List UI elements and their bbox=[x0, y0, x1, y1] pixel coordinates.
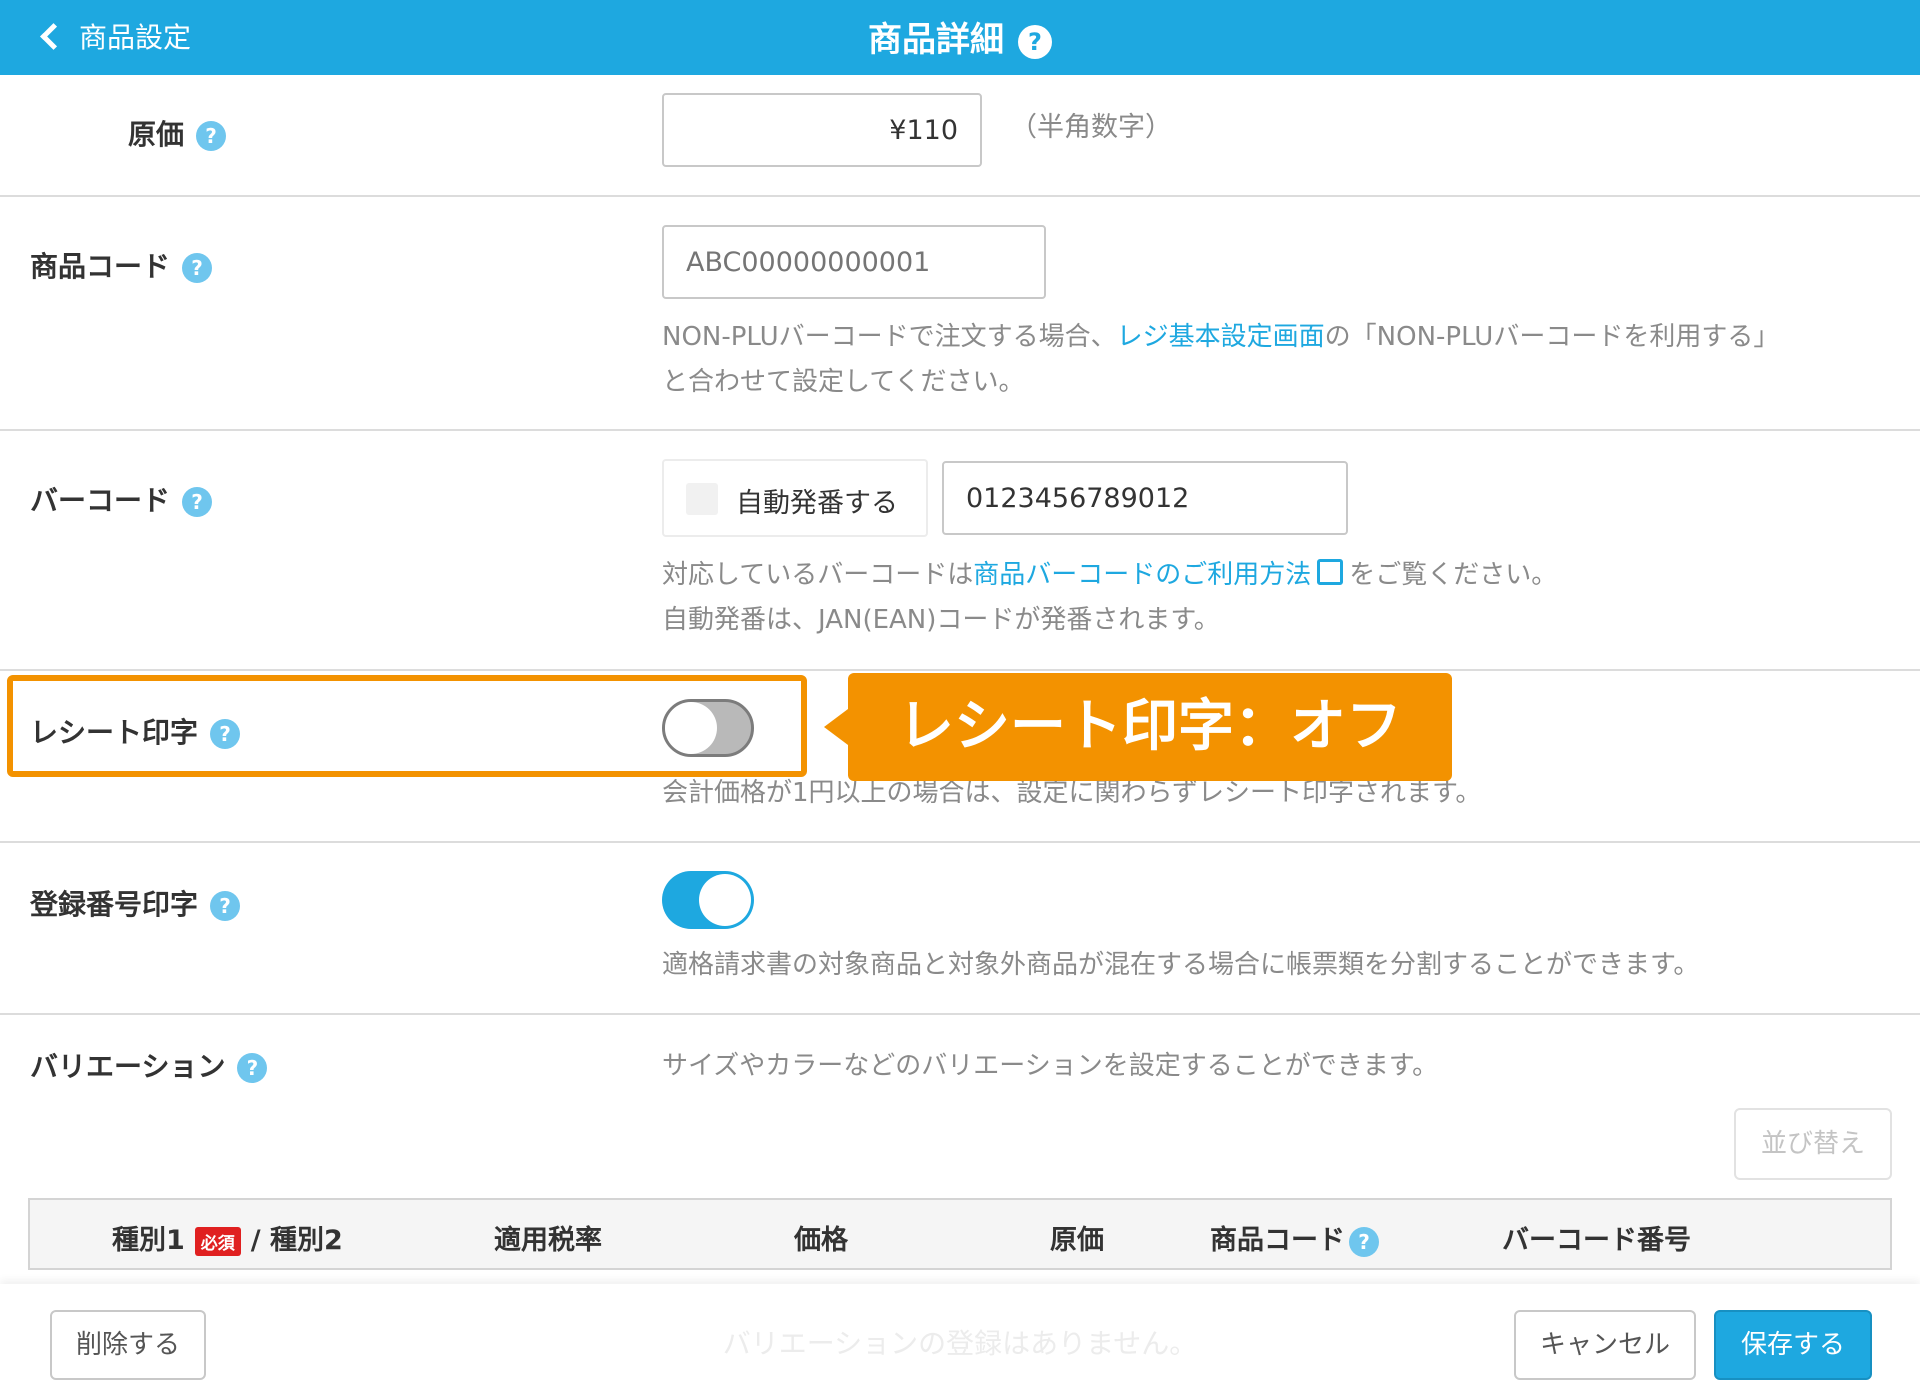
barcode-usage-link[interactable]: 商品バーコードのご利用方法 bbox=[973, 560, 1311, 590]
column-type1: 種別1 bbox=[112, 1225, 185, 1256]
barcode-row: バーコード? 自動発番する 対応しているバーコードは商品バーコードのご利用方法 を… bbox=[0, 431, 1920, 671]
registration-print-note: 適格請求書の対象商品と対象外商品が混在する場合に帳票類を分割することができます。 bbox=[662, 950, 1700, 980]
sort-button[interactable]: 並び替え bbox=[1734, 1108, 1892, 1180]
registration-print-toggle[interactable] bbox=[662, 871, 754, 929]
cost-hint: （半角数字） bbox=[1010, 112, 1172, 143]
product-code-row: 商品コード? NON-PLUバーコードで注文する場合、レジ基本設定画面の「NON… bbox=[0, 197, 1920, 431]
cost-input[interactable] bbox=[662, 93, 982, 167]
barcode-note: 対応しているバーコードは商品バーコードのご利用方法 をご覧ください。 自動発番は、… bbox=[662, 553, 1557, 643]
registration-print-label: 登録番号印字? bbox=[30, 883, 241, 923]
column-code-text: 商品コード bbox=[1210, 1225, 1345, 1256]
note-text: NON-PLUバーコードで注文する場合、 bbox=[662, 322, 1117, 352]
variation-table-header: 種別1 必須 / 種別2 適用税率 価格 原価 商品コード? バーコード番号 bbox=[28, 1198, 1892, 1270]
cost-row: 原価? （半角数字） bbox=[0, 75, 1920, 197]
product-code-label-text: 商品コード bbox=[30, 250, 171, 283]
variation-label-text: バリエーション bbox=[30, 1050, 226, 1083]
column-type: 種別1 必須 / 種別2 bbox=[112, 1218, 343, 1257]
cancel-button[interactable]: キャンセル bbox=[1514, 1310, 1696, 1380]
toggle-knob bbox=[699, 874, 751, 926]
note-text: の「NON-PLUバーコードを利用する」 bbox=[1324, 322, 1780, 352]
note-text: 対応しているバーコードは bbox=[662, 560, 974, 590]
help-icon[interactable]: ? bbox=[210, 891, 241, 921]
registration-print-row: 登録番号印字? 適格請求書の対象商品と対象外商品が混在する場合に帳票類を分割する… bbox=[0, 843, 1920, 1015]
help-icon[interactable]: ? bbox=[1349, 1226, 1379, 1257]
registration-print-label-text: 登録番号印字 bbox=[30, 888, 199, 921]
column-cost: 原価 bbox=[1050, 1225, 1104, 1256]
save-button[interactable]: 保存する bbox=[1714, 1310, 1872, 1380]
page-title: 商品詳細? bbox=[0, 12, 1920, 61]
column-price: 価格 bbox=[794, 1225, 848, 1256]
variation-label: バリエーション? bbox=[30, 1045, 268, 1085]
variation-note: サイズやカラーなどのバリエーションを設定することができます。 bbox=[662, 1051, 1439, 1081]
note-text: 自動発番は、JAN(EAN)コードが発番されます。 bbox=[662, 605, 1220, 635]
auto-number-label: 自動発番する bbox=[736, 488, 898, 519]
help-icon[interactable]: ? bbox=[182, 253, 213, 283]
required-badge: 必須 bbox=[194, 1227, 241, 1256]
note-text: をご覧ください。 bbox=[1349, 560, 1558, 590]
product-code-note: NON-PLUバーコードで注文する場合、レジ基本設定画面の「NON-PLUバーコ… bbox=[662, 315, 1779, 405]
help-icon[interactable]: ? bbox=[182, 487, 213, 517]
barcode-label-text: バーコード bbox=[30, 484, 171, 517]
barcode-label: バーコード? bbox=[30, 479, 213, 519]
column-barcode: バーコード番号 bbox=[1502, 1225, 1691, 1256]
cost-label: 原価? bbox=[128, 113, 227, 153]
auto-number-checkbox-group[interactable]: 自動発番する bbox=[662, 459, 928, 537]
product-code-input[interactable] bbox=[662, 225, 1046, 299]
help-icon[interactable]: ? bbox=[1018, 24, 1052, 59]
external-link-icon[interactable] bbox=[1317, 559, 1344, 585]
column-type2: / 種別2 bbox=[250, 1225, 343, 1256]
column-tax: 適用税率 bbox=[494, 1225, 602, 1256]
product-code-label: 商品コード? bbox=[30, 245, 213, 285]
delete-button[interactable]: 削除する bbox=[50, 1310, 206, 1380]
barcode-input[interactable] bbox=[942, 461, 1348, 535]
column-code: 商品コード? bbox=[1210, 1218, 1379, 1257]
page-title-text: 商品詳細 bbox=[868, 20, 1004, 60]
receipt-print-callout: レシート印字：オフ bbox=[824, 673, 1452, 781]
note-text: と合わせて設定してください。 bbox=[662, 367, 1025, 397]
cost-label-text: 原価 bbox=[128, 118, 185, 151]
register-settings-link[interactable]: レジ基本設定画面 bbox=[1117, 322, 1325, 352]
auto-number-checkbox[interactable] bbox=[686, 483, 718, 515]
top-bar: 商品設定 商品詳細? bbox=[0, 0, 1920, 75]
help-icon[interactable]: ? bbox=[196, 121, 227, 151]
receipt-print-highlight bbox=[7, 675, 807, 777]
help-icon[interactable]: ? bbox=[237, 1053, 268, 1083]
